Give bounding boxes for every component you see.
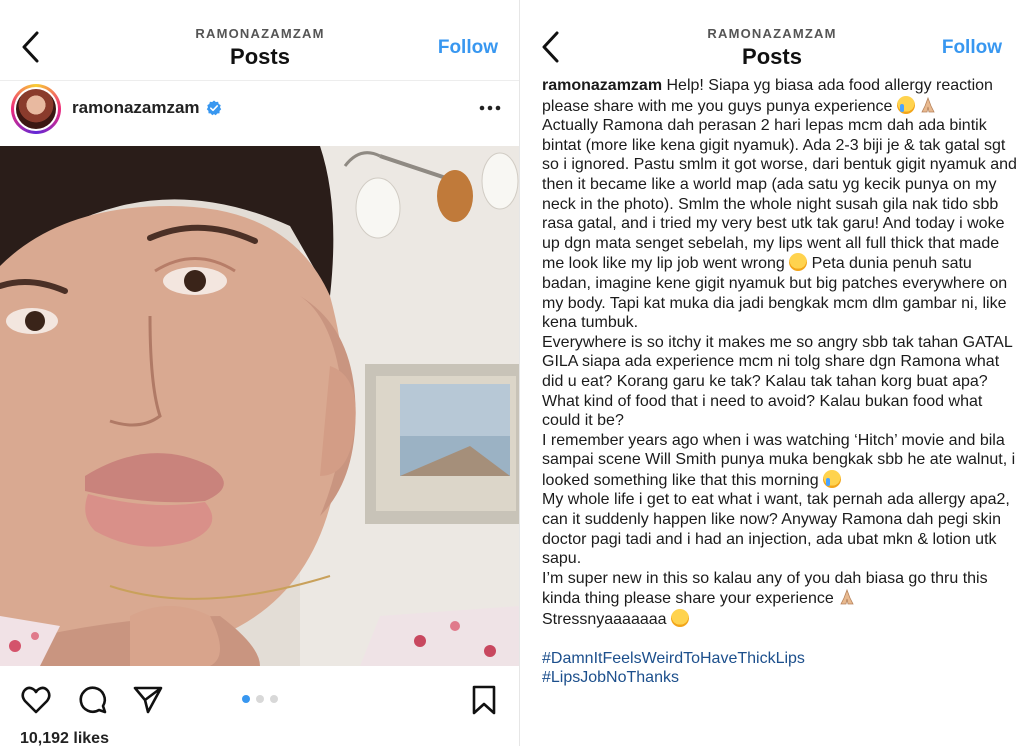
post-panel: RAMONAZAMZAM Posts Follow ramonazamzam 1… [0, 0, 520, 746]
post-photo[interactable] [0, 146, 520, 666]
avatar[interactable] [11, 84, 61, 134]
verified-badge-icon [206, 100, 222, 116]
caption-paragraph: I’m super new in this so kalau any of yo… [542, 569, 1024, 609]
caption-text: Stressnyaaaaaaa [542, 611, 667, 629]
more-dots-icon[interactable] [476, 98, 504, 118]
caption-paragraph: I remember years ago when i was watching… [542, 431, 1024, 491]
folded-hands-icon [921, 96, 935, 112]
caption-username[interactable]: ramonazamzam [542, 77, 662, 94]
follow-button[interactable]: Follow [438, 37, 498, 59]
carousel-dot [256, 695, 264, 703]
caption-text: I remember years ago when i was watching… [542, 431, 1016, 489]
unamused-face-icon [789, 253, 808, 272]
carousel-dot [270, 695, 278, 703]
like-count[interactable]: 10,192 likes [20, 730, 109, 746]
send-icon [133, 686, 163, 714]
selfie-image [0, 146, 520, 666]
caption-paragraph: #LipsJobNoThanks [542, 668, 1024, 688]
like-button[interactable] [20, 684, 52, 716]
top-bar: RAMONAZAMZAM Posts Follow [0, 0, 520, 80]
hashtag-link[interactable]: #DamnItFeelsWeirdToHaveThickLips [542, 650, 805, 667]
crying-face-icon [896, 95, 915, 114]
comment-icon [79, 686, 107, 714]
carousel-indicator [240, 695, 280, 703]
share-button[interactable] [132, 684, 164, 716]
caption-text: Actually Ramona dah perasan 2 hari lepas… [542, 117, 1017, 273]
comment-button[interactable] [76, 684, 108, 716]
caption-paragraph: Actually Ramona dah perasan 2 hari lepas… [542, 116, 1024, 333]
caption-paragraph: #DamnItFeelsWeirdToHaveThickLips [542, 649, 1024, 669]
caption-text: I’m super new in this so kalau any of yo… [542, 569, 988, 608]
caption-paragraph: ramonazamzam Help! Siapa yg biasa ada fo… [542, 76, 1024, 116]
top-bar: RAMONAZAMZAM Posts Follow [520, 0, 1024, 80]
caption-paragraph: Stressnyaaaaaaa [542, 609, 1024, 630]
crying-face-icon [823, 469, 842, 488]
post-caption: ramonazamzam Help! Siapa yg biasa ada fo… [542, 76, 1024, 688]
folded-hands-icon [840, 589, 854, 605]
weary-face-icon [670, 609, 689, 628]
save-button[interactable] [468, 684, 500, 716]
hashtag-link[interactable]: #LipsJobNoThanks [542, 669, 679, 686]
follow-button[interactable]: Follow [942, 37, 1002, 59]
caption-spacer [542, 630, 1024, 649]
bookmark-icon [472, 685, 496, 715]
account-name[interactable]: ramonazamzam [72, 98, 200, 118]
caption-paragraph: Everywhere is so itchy it makes me so an… [542, 333, 1013, 430]
caption-panel: RAMONAZAMZAM Posts Follow ramonazamzam H… [520, 0, 1024, 746]
header-divider [0, 80, 520, 81]
heart-icon [21, 686, 51, 714]
carousel-dot-active [242, 695, 250, 703]
caption-paragraph: My whole life i get to eat what i want, … [542, 491, 1010, 568]
